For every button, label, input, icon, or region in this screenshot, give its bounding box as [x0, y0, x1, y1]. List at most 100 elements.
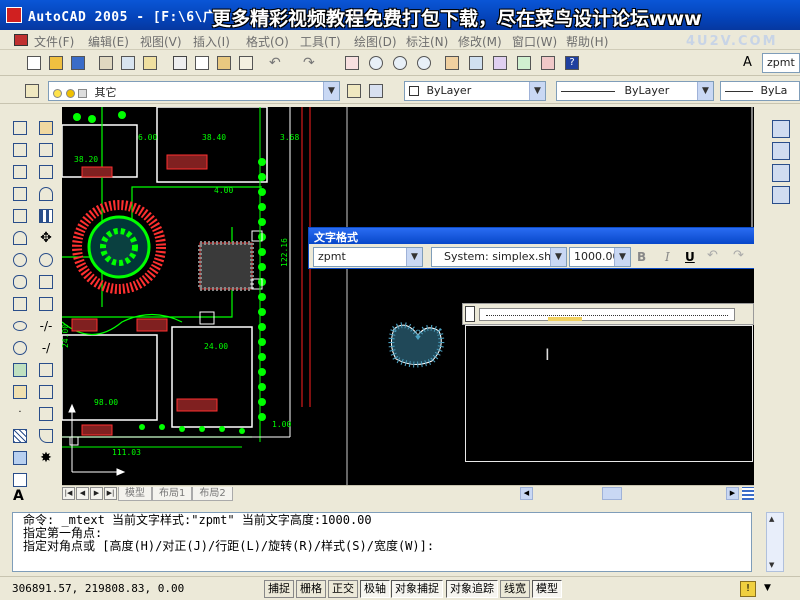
- chamfer-icon[interactable]: [36, 404, 56, 424]
- color-select[interactable]: ByLayer ▼: [404, 81, 546, 101]
- autocad-app-icon[interactable]: [6, 7, 22, 23]
- prev-tab-icon[interactable]: ◀: [76, 487, 89, 500]
- hatch-icon[interactable]: [10, 426, 30, 446]
- chevron-down-icon[interactable]: ▼: [697, 82, 713, 100]
- cut-icon[interactable]: [170, 53, 190, 73]
- scroll-thumb[interactable]: [602, 487, 622, 500]
- ellipse-icon[interactable]: [10, 316, 30, 336]
- scale-icon[interactable]: [36, 272, 56, 292]
- text-style-dropdown[interactable]: zpmt ▼: [313, 247, 423, 267]
- model-toggle[interactable]: 模型: [532, 580, 562, 598]
- draw-order-back-icon[interactable]: [772, 142, 790, 160]
- last-tab-icon[interactable]: ▶|: [104, 487, 117, 500]
- otrack-toggle[interactable]: 对象追踪: [446, 580, 498, 598]
- polygon-icon[interactable]: [10, 184, 30, 204]
- zoom-realtime-icon[interactable]: [366, 53, 386, 73]
- grid-toggle[interactable]: 栅格: [296, 580, 326, 598]
- region-icon[interactable]: [10, 448, 30, 468]
- ortho-toggle[interactable]: 正交: [328, 580, 358, 598]
- pan-icon[interactable]: [342, 53, 362, 73]
- fillet-icon[interactable]: [36, 426, 56, 446]
- menu-view[interactable]: 视图(V): [140, 33, 182, 50]
- markup-icon[interactable]: [538, 53, 558, 73]
- underline-button[interactable]: U: [685, 250, 695, 264]
- open-icon[interactable]: [46, 53, 66, 73]
- tool-palettes-icon[interactable]: [490, 53, 510, 73]
- make-block-icon[interactable]: [10, 382, 30, 402]
- next-tab-icon[interactable]: ▶: [90, 487, 103, 500]
- menu-help[interactable]: 帮助(H): [566, 33, 608, 50]
- undo-icon[interactable]: ↶: [266, 53, 286, 73]
- menu-dimension[interactable]: 标注(N): [406, 33, 448, 50]
- undo-text-icon[interactable]: ↶: [707, 248, 718, 263]
- arc-icon[interactable]: [10, 228, 30, 248]
- revision-cloud-icon[interactable]: [10, 272, 30, 292]
- scroll-right-icon[interactable]: ▶: [726, 487, 739, 500]
- stretch-icon[interactable]: [36, 294, 56, 314]
- trim-icon[interactable]: -/-: [36, 316, 56, 336]
- text-height-dropdown[interactable]: 1000.00 ▼: [569, 247, 631, 267]
- chevron-down-icon[interactable]: ▼: [614, 248, 630, 266]
- menu-draw[interactable]: 绘图(D): [354, 33, 397, 50]
- scroll-up-icon[interactable]: ▲: [769, 515, 774, 523]
- command-history[interactable]: 命令: _mtext 当前文字样式:"zpmt" 当前文字高度:1000.00 …: [12, 512, 752, 572]
- chevron-down-icon[interactable]: ▼: [550, 248, 566, 266]
- chevron-down-icon[interactable]: ▼: [406, 248, 422, 266]
- menu-file[interactable]: 文件(F): [34, 33, 74, 50]
- mtext-editor-box[interactable]: [465, 325, 753, 462]
- text-style-icon[interactable]: A: [740, 53, 760, 73]
- draw-order-under-icon[interactable]: [772, 186, 790, 204]
- help-icon[interactable]: ?: [562, 53, 582, 73]
- scroll-left-icon[interactable]: ◀: [520, 487, 533, 500]
- linetype-select[interactable]: ByLayer ▼: [556, 81, 714, 101]
- text-style-select[interactable]: zpmt: [762, 53, 800, 73]
- layer-manager-icon[interactable]: [22, 81, 42, 101]
- draw-order-above-icon[interactable]: [772, 164, 790, 182]
- explode-icon[interactable]: ✸: [36, 448, 56, 468]
- layer-previous-icon[interactable]: [366, 81, 386, 101]
- redo-text-icon[interactable]: ↷: [733, 248, 744, 263]
- italic-button[interactable]: I: [665, 250, 670, 264]
- tab-layout1[interactable]: 布局1: [152, 486, 193, 501]
- match-properties-icon[interactable]: [236, 53, 256, 73]
- chevron-down-icon[interactable]: ▼: [529, 82, 545, 100]
- break-at-point-icon[interactable]: [36, 360, 56, 380]
- array-icon[interactable]: [36, 206, 56, 226]
- spline-icon[interactable]: [10, 294, 30, 314]
- indent-marker-icon[interactable]: [465, 306, 475, 322]
- horizontal-scrollbar[interactable]: |◀ ◀ ▶ ▶| 模型 布局1 布局2 ◀ ▶: [62, 485, 754, 501]
- draw-order-front-icon[interactable]: [772, 120, 790, 138]
- bold-button[interactable]: B: [637, 250, 646, 264]
- scroll-down-icon[interactable]: ▼: [769, 561, 774, 569]
- circle-icon[interactable]: [10, 250, 30, 270]
- extend-icon[interactable]: -/: [36, 338, 56, 358]
- rectangle-icon[interactable]: [10, 206, 30, 226]
- properties-icon[interactable]: [442, 53, 462, 73]
- menu-tools[interactable]: 工具(T): [300, 33, 341, 50]
- copy-icon[interactable]: [192, 53, 212, 73]
- status-menu-chevron-icon[interactable]: ▼: [764, 583, 771, 593]
- lineweight-select[interactable]: ByLa: [720, 81, 800, 101]
- break-icon[interactable]: [36, 382, 56, 402]
- communication-center-icon[interactable]: !: [740, 581, 756, 597]
- menu-edit[interactable]: 编辑(E): [88, 33, 129, 50]
- copy-object-icon[interactable]: [36, 140, 56, 160]
- menu-insert[interactable]: 插入(I): [193, 33, 230, 50]
- insert-block-icon[interactable]: [10, 360, 30, 380]
- redo-icon[interactable]: ↷: [300, 53, 320, 73]
- layer-select[interactable]: 其它 ▼: [48, 81, 340, 101]
- command-scrollbar[interactable]: ▲ ▼: [766, 512, 784, 572]
- construction-line-icon[interactable]: [10, 140, 30, 160]
- chevron-down-icon[interactable]: ▼: [323, 82, 339, 100]
- menu-format[interactable]: 格式(O): [246, 33, 289, 50]
- tab-model[interactable]: 模型: [118, 486, 152, 501]
- save-icon[interactable]: [68, 53, 88, 73]
- polyline-icon[interactable]: [10, 162, 30, 182]
- polar-toggle[interactable]: 极轴: [360, 580, 390, 598]
- sheet-set-icon[interactable]: [514, 53, 534, 73]
- vertical-scrollbar[interactable]: [754, 107, 764, 485]
- first-tab-icon[interactable]: |◀: [62, 487, 75, 500]
- offset-icon[interactable]: [36, 184, 56, 204]
- make-current-layer-icon[interactable]: [344, 81, 364, 101]
- line-icon[interactable]: [10, 118, 30, 138]
